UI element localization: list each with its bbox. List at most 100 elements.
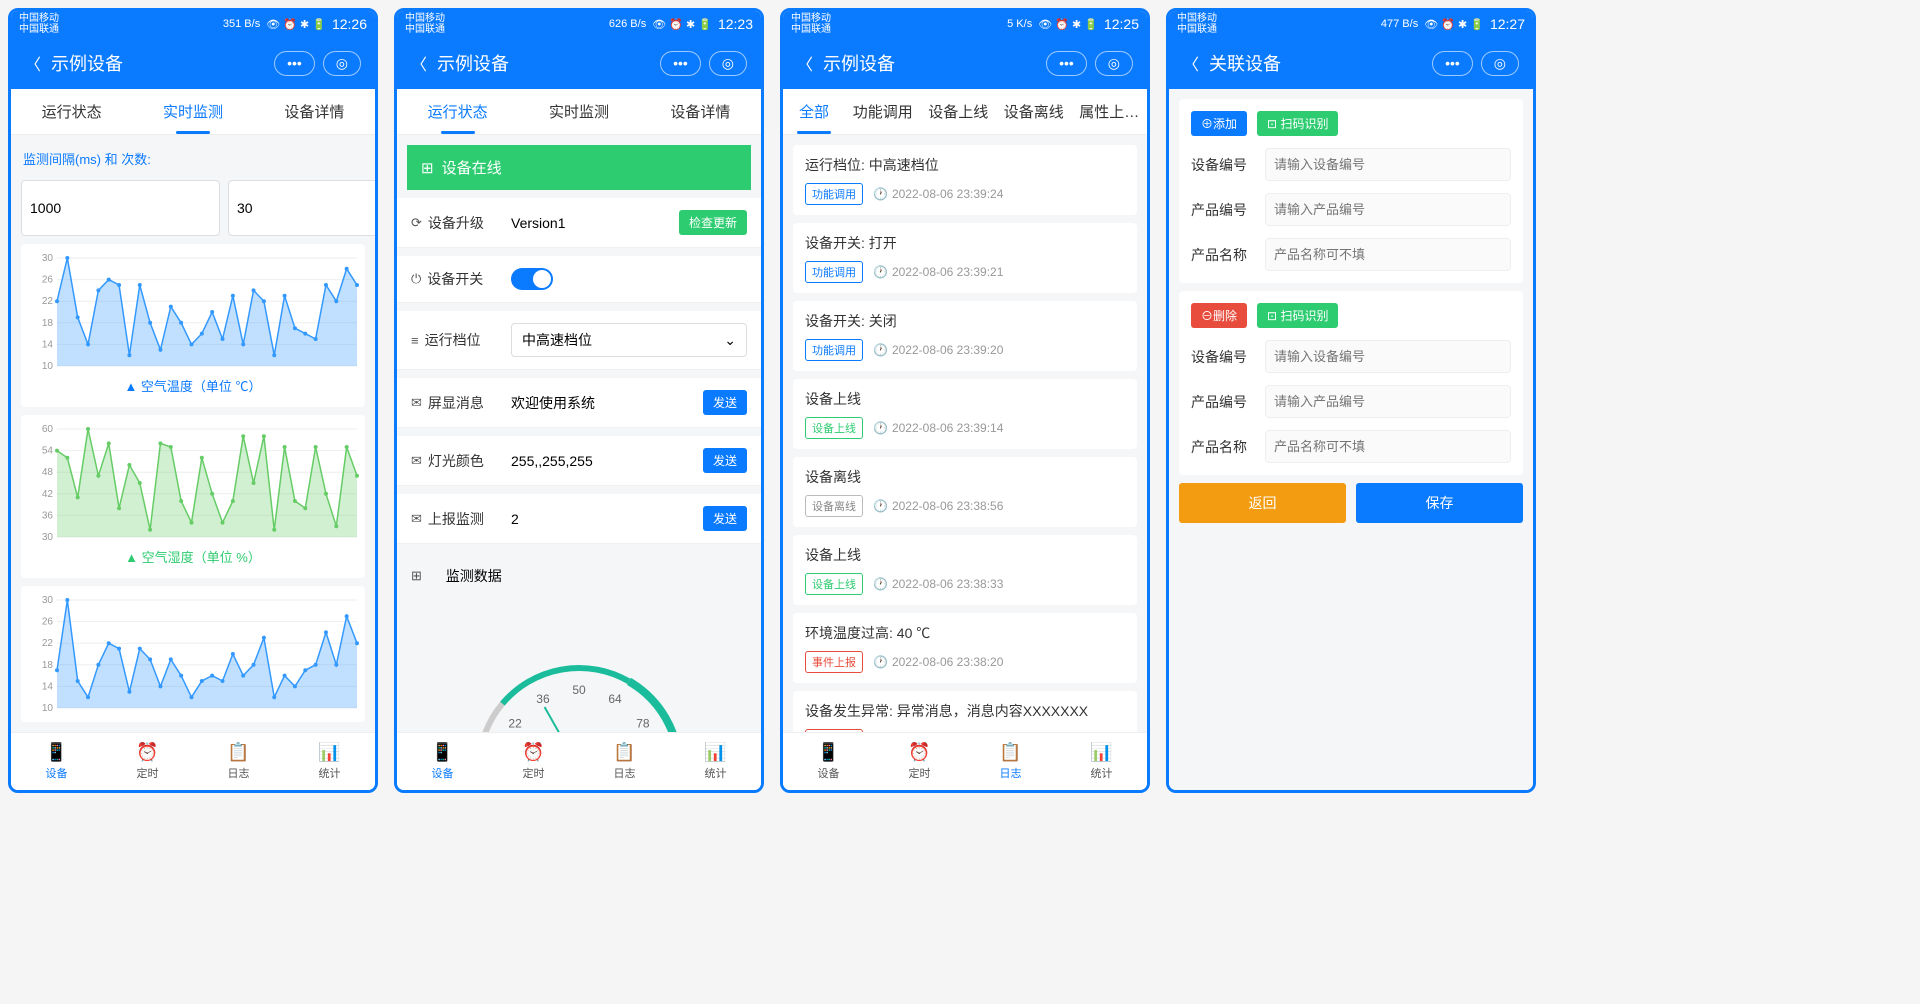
svg-text:26: 26 <box>42 275 54 286</box>
nav-device[interactable]: 📱设备 <box>397 733 488 790</box>
menu-button[interactable]: ••• <box>660 51 701 76</box>
log-item[interactable]: 环境温度过高: 40 ℃ 事件上报 🕐 2022-08-06 23:38:20 <box>793 613 1137 683</box>
app-header: 〈 示例设备 ••• ◎ <box>11 37 375 89</box>
gear-row: ≡运行档位 中高速档位⌄ <box>397 311 761 370</box>
send-msg-button[interactable]: 发送 <box>703 390 747 415</box>
svg-text:10: 10 <box>42 703 54 714</box>
menu-button[interactable]: ••• <box>1046 51 1087 76</box>
tab-all[interactable]: 全部 <box>783 89 845 134</box>
tab-online[interactable]: 设备上线 <box>921 89 997 134</box>
svg-text:22: 22 <box>42 638 54 649</box>
product-no-input[interactable] <box>1265 385 1511 418</box>
back-icon[interactable]: 〈 <box>1183 51 1199 75</box>
nav-log[interactable]: 📋日志 <box>193 733 284 790</box>
temperature-chart: 101418222630 ▲ 空气温度（单位 ℃） <box>21 244 365 407</box>
scan-button[interactable]: ⊡ 扫码识别 <box>1257 303 1338 328</box>
page-title: 示例设备 <box>51 50 123 76</box>
bottom-nav: 📱设备 ⏰定时 📋日志 📊统计 <box>397 732 761 790</box>
status-bar: 中国移动中国联通 5 K/s👁 ⏰ ✱ 🔋12:25 <box>783 11 1147 37</box>
top-tabs: 运行状态 实时监测 设备详情 <box>11 89 375 135</box>
log-item[interactable]: 设备发生异常: 异常消息，消息内容XXXXXXX 事件上报 🕐 2022-08-… <box>793 691 1137 732</box>
back-icon[interactable]: 〈 <box>797 51 813 75</box>
nav-device[interactable]: 📱设备 <box>11 733 102 790</box>
target-button[interactable]: ◎ <box>323 51 361 76</box>
scan-button[interactable]: ⊡ 扫码识别 <box>1257 111 1338 136</box>
nav-stats[interactable]: 📊统计 <box>1056 733 1147 790</box>
page-title: 关联设备 <box>1209 50 1281 76</box>
svg-text:60: 60 <box>42 424 54 435</box>
svg-text:30: 30 <box>42 532 54 543</box>
target-button[interactable]: ◎ <box>1095 51 1133 76</box>
check-update-button[interactable]: 检查更新 <box>679 210 747 235</box>
back-button[interactable]: 返回 <box>1179 483 1346 523</box>
nav-log[interactable]: 📋日志 <box>965 733 1056 790</box>
bottom-nav: 📱设备 ⏰定时 📋日志 📊统计 <box>783 732 1147 790</box>
gear-select[interactable]: 中高速档位⌄ <box>511 323 747 357</box>
upgrade-row: ⟳设备升级 Version1 检查更新 <box>397 198 761 248</box>
clock-icon: 🕐 <box>873 265 888 279</box>
target-button[interactable]: ◎ <box>709 51 747 76</box>
app-header: 〈示例设备 •••◎ <box>783 37 1147 89</box>
back-icon[interactable]: 〈 <box>25 51 41 75</box>
svg-text:48: 48 <box>42 467 54 478</box>
svg-text:18: 18 <box>42 318 54 329</box>
send-report-button[interactable]: 发送 <box>703 506 747 531</box>
send-color-button[interactable]: 发送 <box>703 448 747 473</box>
svg-text:22: 22 <box>42 296 54 307</box>
device-icon: 📱 <box>45 742 67 763</box>
svg-text:30: 30 <box>42 595 54 606</box>
delete-device-form: ⊖删除 ⊡ 扫码识别 设备编号 产品编号 产品名称 <box>1179 291 1523 475</box>
list-icon: ≡ <box>411 333 419 348</box>
nav-stats[interactable]: 📊统计 <box>284 733 375 790</box>
svg-text:14: 14 <box>42 681 54 692</box>
device-switch[interactable] <box>511 268 553 290</box>
tab-func[interactable]: 功能调用 <box>845 89 921 134</box>
save-button[interactable]: 保存 <box>1356 483 1523 523</box>
product-no-input[interactable] <box>1265 193 1511 226</box>
interval-input[interactable] <box>21 180 220 236</box>
delete-button[interactable]: ⊖删除 <box>1191 303 1247 328</box>
filter-tabs: 全部 功能调用 设备上线 设备离线 属性上… <box>783 89 1147 135</box>
device-icon: 📱 <box>817 742 839 763</box>
log-item[interactable]: 设备上线 设备上线 🕐 2022-08-06 23:39:14 <box>793 379 1137 449</box>
tab-realtime[interactable]: 实时监测 <box>518 89 639 134</box>
mail-icon: ✉ <box>411 395 422 411</box>
tab-status[interactable]: 运行状态 <box>397 89 518 134</box>
log-item[interactable]: 设备开关: 关闭 功能调用 🕐 2022-08-06 23:39:20 <box>793 301 1137 371</box>
log-item[interactable]: 设备离线 设备离线 🕐 2022-08-06 23:38:56 <box>793 457 1137 527</box>
mail-icon: ✉ <box>411 453 422 469</box>
back-icon[interactable]: 〈 <box>411 51 427 75</box>
tab-realtime[interactable]: 实时监测 <box>132 89 253 134</box>
clock-icon: 🕐 <box>873 655 888 669</box>
tab-detail[interactable]: 设备详情 <box>254 89 375 134</box>
device-icon: 📱 <box>431 742 453 763</box>
menu-button[interactable]: ••• <box>1432 51 1473 76</box>
log-item[interactable]: 设备开关: 打开 功能调用 🕐 2022-08-06 23:39:21 <box>793 223 1137 293</box>
app-header: 〈关联设备 ••• ◎ <box>1169 37 1533 89</box>
nav-device[interactable]: 📱设备 <box>783 733 874 790</box>
count-input[interactable] <box>228 180 375 236</box>
tab-status[interactable]: 运行状态 <box>11 89 132 134</box>
product-name-input[interactable] <box>1265 430 1511 463</box>
device-no-input[interactable] <box>1265 340 1511 373</box>
nav-stats[interactable]: 📊统计 <box>670 733 761 790</box>
tab-offline[interactable]: 设备离线 <box>996 89 1072 134</box>
target-button[interactable]: ◎ <box>1481 51 1519 76</box>
log-item[interactable]: 运行档位: 中高速档位 功能调用 🕐 2022-08-06 23:39:24 <box>793 145 1137 215</box>
clock-icon: 🕐 <box>873 421 888 435</box>
svg-text:36: 36 <box>42 510 54 521</box>
humidity-chart: 303642485460 ▲ 空气湿度（单位 %） <box>21 415 365 578</box>
add-button[interactable]: ⊕添加 <box>1191 111 1247 136</box>
tab-detail[interactable]: 设备详情 <box>640 89 761 134</box>
nav-timer[interactable]: ⏰定时 <box>102 733 193 790</box>
tab-attr[interactable]: 属性上… <box>1072 89 1148 134</box>
nav-timer[interactable]: ⏰定时 <box>488 733 579 790</box>
log-item[interactable]: 设备上线 设备上线 🕐 2022-08-06 23:38:33 <box>793 535 1137 605</box>
top-tabs: 运行状态 实时监测 设备详情 <box>397 89 761 135</box>
nav-log[interactable]: 📋日志 <box>579 733 670 790</box>
status-bar: 中国移动中国联通 477 B/s👁 ⏰ ✱ 🔋12:27 <box>1169 11 1533 37</box>
menu-button[interactable]: ••• <box>274 51 315 76</box>
device-no-input[interactable] <box>1265 148 1511 181</box>
product-name-input[interactable] <box>1265 238 1511 271</box>
nav-timer[interactable]: ⏰定时 <box>874 733 965 790</box>
